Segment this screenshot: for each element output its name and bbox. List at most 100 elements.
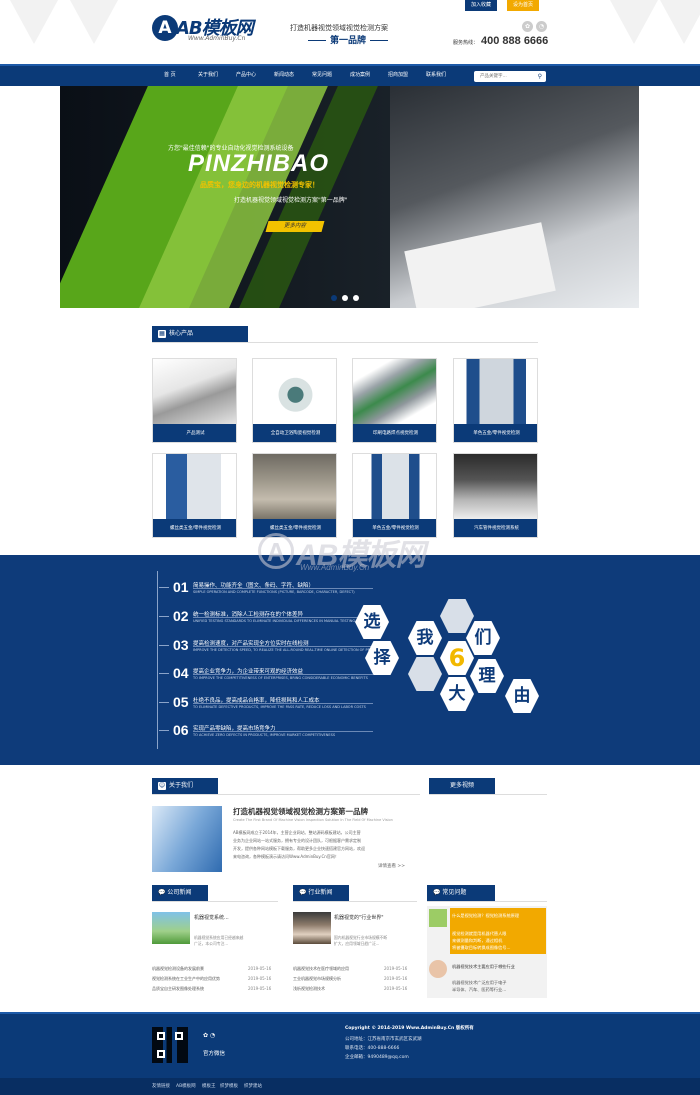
wechat-icon[interactable]: ◔ [536, 21, 547, 32]
reason-subtext: TO ELIMINATE DEFECTIVE PRODUCTS, IMPROVE… [193, 705, 366, 709]
product-card[interactable]: 单色五金/零件视觉检测 [453, 358, 538, 443]
chat-icon: 💬 [299, 889, 309, 896]
nav-home[interactable]: 首 页 [164, 71, 176, 78]
search-input[interactable] [480, 73, 530, 80]
news-thumbnail[interactable] [293, 912, 331, 944]
hex-char: 们 [466, 621, 500, 655]
reason-number: 02 [173, 608, 189, 624]
product-caption[interactable]: 产品测试 [153, 424, 236, 442]
reason-subtext: IMPROVE THE DETECTION SPEED, TO REALIZE … [193, 648, 385, 652]
slider-dot[interactable] [342, 295, 348, 301]
search-icon[interactable]: ⚲ [538, 73, 542, 80]
products-section-title: ▦ 核心产品 [152, 326, 248, 342]
news-list-item[interactable]: 浅析视觉检测技术 [293, 986, 325, 992]
divider [152, 901, 278, 902]
footer-address: 公司地址：江苏省南京市玄武区玄武湖 [345, 1037, 422, 1042]
banner-brand: PINZHIBAO [188, 150, 329, 177]
banner-slogan-secondary: 打造机器视觉领域视觉检测方案"第一品牌" [234, 197, 348, 204]
news-list-item[interactable]: 机器视觉技术在医疗领域的应用 [293, 966, 349, 972]
chat-icon: 💬 [433, 889, 443, 896]
news-summary: 广泛，本公司专注... [194, 941, 228, 946]
faq-question[interactable]: 什么是视觉检测？视觉检测系统原理 [452, 913, 519, 919]
news-list-item[interactable]: 品质宝自主研发图像处理系统 [152, 986, 204, 992]
video-section-title[interactable]: 更多视频 [429, 778, 495, 794]
product-caption[interactable]: 螺丝类五金/零件视觉检测 [153, 519, 236, 537]
product-card[interactable]: 汽车管件视觉检测系统 [453, 453, 538, 538]
news-headline[interactable]: 机器视觉的"行业世界" [334, 914, 384, 921]
divider [293, 901, 417, 902]
nav-products[interactable]: 产品中心 [236, 71, 256, 78]
news-list-item[interactable]: 视觉检测系统在工业生产中的应用优势 [152, 976, 220, 982]
nav-faq[interactable]: 常见问题 [312, 71, 332, 78]
hex-char: 大 [440, 677, 474, 711]
industry-news-title-text: 行业新闻 [308, 889, 333, 896]
nav-join[interactable]: 招商加盟 [388, 71, 408, 78]
links-label: 友情链接 [152, 1084, 170, 1089]
slider-dot[interactable] [353, 295, 359, 301]
phone-number: 400 888 6666 [481, 35, 549, 47]
industry-news-title[interactable]: 💬 行业新闻 [293, 885, 349, 901]
nav-contact[interactable]: 联系我们 [426, 71, 446, 78]
hero-banner[interactable] [60, 86, 639, 308]
reason-subtext: SIMPLE OPERATION AND COMPLETE FUNCTIONS … [193, 590, 355, 594]
product-caption[interactable]: 单色五金/零件视觉检测 [454, 424, 537, 442]
faq-title[interactable]: 💬 常见问题 [427, 885, 495, 901]
products-title-text: 核心产品 [169, 330, 194, 337]
nav-news[interactable]: 新闻动态 [274, 71, 294, 78]
friend-link[interactable]: AB模板网 [176, 1083, 196, 1089]
product-card[interactable]: 印刷电路焊点视觉检测 [352, 358, 437, 443]
qr-corner [157, 1032, 165, 1040]
user-icon: ☺ [158, 782, 166, 790]
product-caption[interactable]: 印刷电路焊点视觉检测 [353, 424, 436, 442]
nav-cases[interactable]: 成功案例 [350, 71, 370, 78]
news-headline[interactable]: 机器视觉系统... [194, 914, 229, 921]
product-card[interactable]: 产品测试 [152, 358, 237, 443]
banner-more-button[interactable]: 更多内容 [265, 221, 325, 232]
product-caption[interactable]: 全自动卫浴陶瓷视觉检测 [253, 424, 336, 442]
footer-phone: 联系电话：400-888-6666 [345, 1046, 400, 1051]
product-card[interactable]: 螺丝类五金/零件视觉检测 [252, 453, 337, 538]
search-box: ⚲ [474, 71, 546, 82]
hex-char: 理 [470, 659, 504, 693]
add-favorite-button[interactable]: 加入收藏 [465, 0, 497, 11]
hex-photo [408, 657, 442, 691]
reason-number: 04 [173, 665, 189, 681]
news-date: 2019-05-16 [248, 966, 272, 971]
product-card[interactable]: 全自动卫浴陶瓷视觉检测 [252, 358, 337, 443]
news-list-item[interactable]: 机器视觉检测设备的发展前景 [152, 966, 204, 972]
company-news-title-text: 公司新闻 [167, 889, 192, 896]
banner-slogan: 品质宝，您身边的机器视觉检测专家！ [200, 181, 319, 189]
product-card[interactable]: 单色五金/零件视觉检测 [352, 453, 437, 538]
about-more-link[interactable]: 详情查看 >> [378, 863, 405, 869]
about-subheadline: Create The First Brand Of Machine Vision… [233, 818, 393, 822]
nav-about[interactable]: 关于我们 [198, 71, 218, 78]
about-paragraph: AB模板网成立于2014年，主营企业网站、整站源码模板建站，公司主营 [233, 830, 361, 835]
faq-question[interactable]: 机器视觉技术主要应用于哪些行业 [452, 964, 515, 970]
logo-icon[interactable]: A [152, 15, 178, 41]
news-date: 2019-05-16 [384, 976, 408, 981]
friend-link[interactable]: 模板王 [202, 1083, 216, 1089]
about-headline: 打造机器视觉领域视觉检测方案第一品牌 [233, 807, 368, 816]
footer-social-icons[interactable]: ✿ ◔ [203, 1032, 215, 1039]
slider-dot[interactable] [331, 295, 337, 301]
set-homepage-button[interactable]: 设为首页 [507, 0, 539, 11]
news-date: 2019-05-16 [384, 986, 408, 991]
news-list-item[interactable]: 工业机器视觉市场规模分析 [293, 976, 341, 982]
news-date: 2019-05-16 [248, 976, 272, 981]
company-news-title[interactable]: 💬 公司新闻 [152, 885, 208, 901]
product-caption[interactable]: 汽车管件视觉检测系统 [454, 519, 537, 537]
friend-link[interactable]: 织梦模板 [220, 1083, 238, 1089]
product-card[interactable]: 螺丝类五金/零件视觉检测 [152, 453, 237, 538]
copyright: Copyright © 2014-2019 Www.AdminBuy.Cn 版权… [345, 1026, 474, 1031]
watermark-subtext: Www.AdminBuy.Cn [300, 563, 370, 572]
chat-icon: 💬 [158, 889, 168, 896]
reason-subtext: UNIFIED TESTING STANDARDS TO ELIMINATE I… [193, 619, 356, 623]
friend-link[interactable]: 织梦建站 [244, 1083, 262, 1089]
about-paragraph: 来电咨询，各种模板演示请访问Www.AdminBuy.Cn官网！ [233, 854, 339, 859]
about-building-image [152, 806, 222, 872]
news-thumbnail[interactable] [152, 912, 190, 944]
faq-answer: 来做测量和判断，通过相机 [452, 938, 503, 943]
about-section-title: ☺ 关于我们 [152, 778, 218, 794]
links-bar: 友情链接 AB模板网 模板王 织梦模板 织梦建站 [0, 1078, 700, 1095]
weibo-icon[interactable]: ✿ [522, 21, 533, 32]
